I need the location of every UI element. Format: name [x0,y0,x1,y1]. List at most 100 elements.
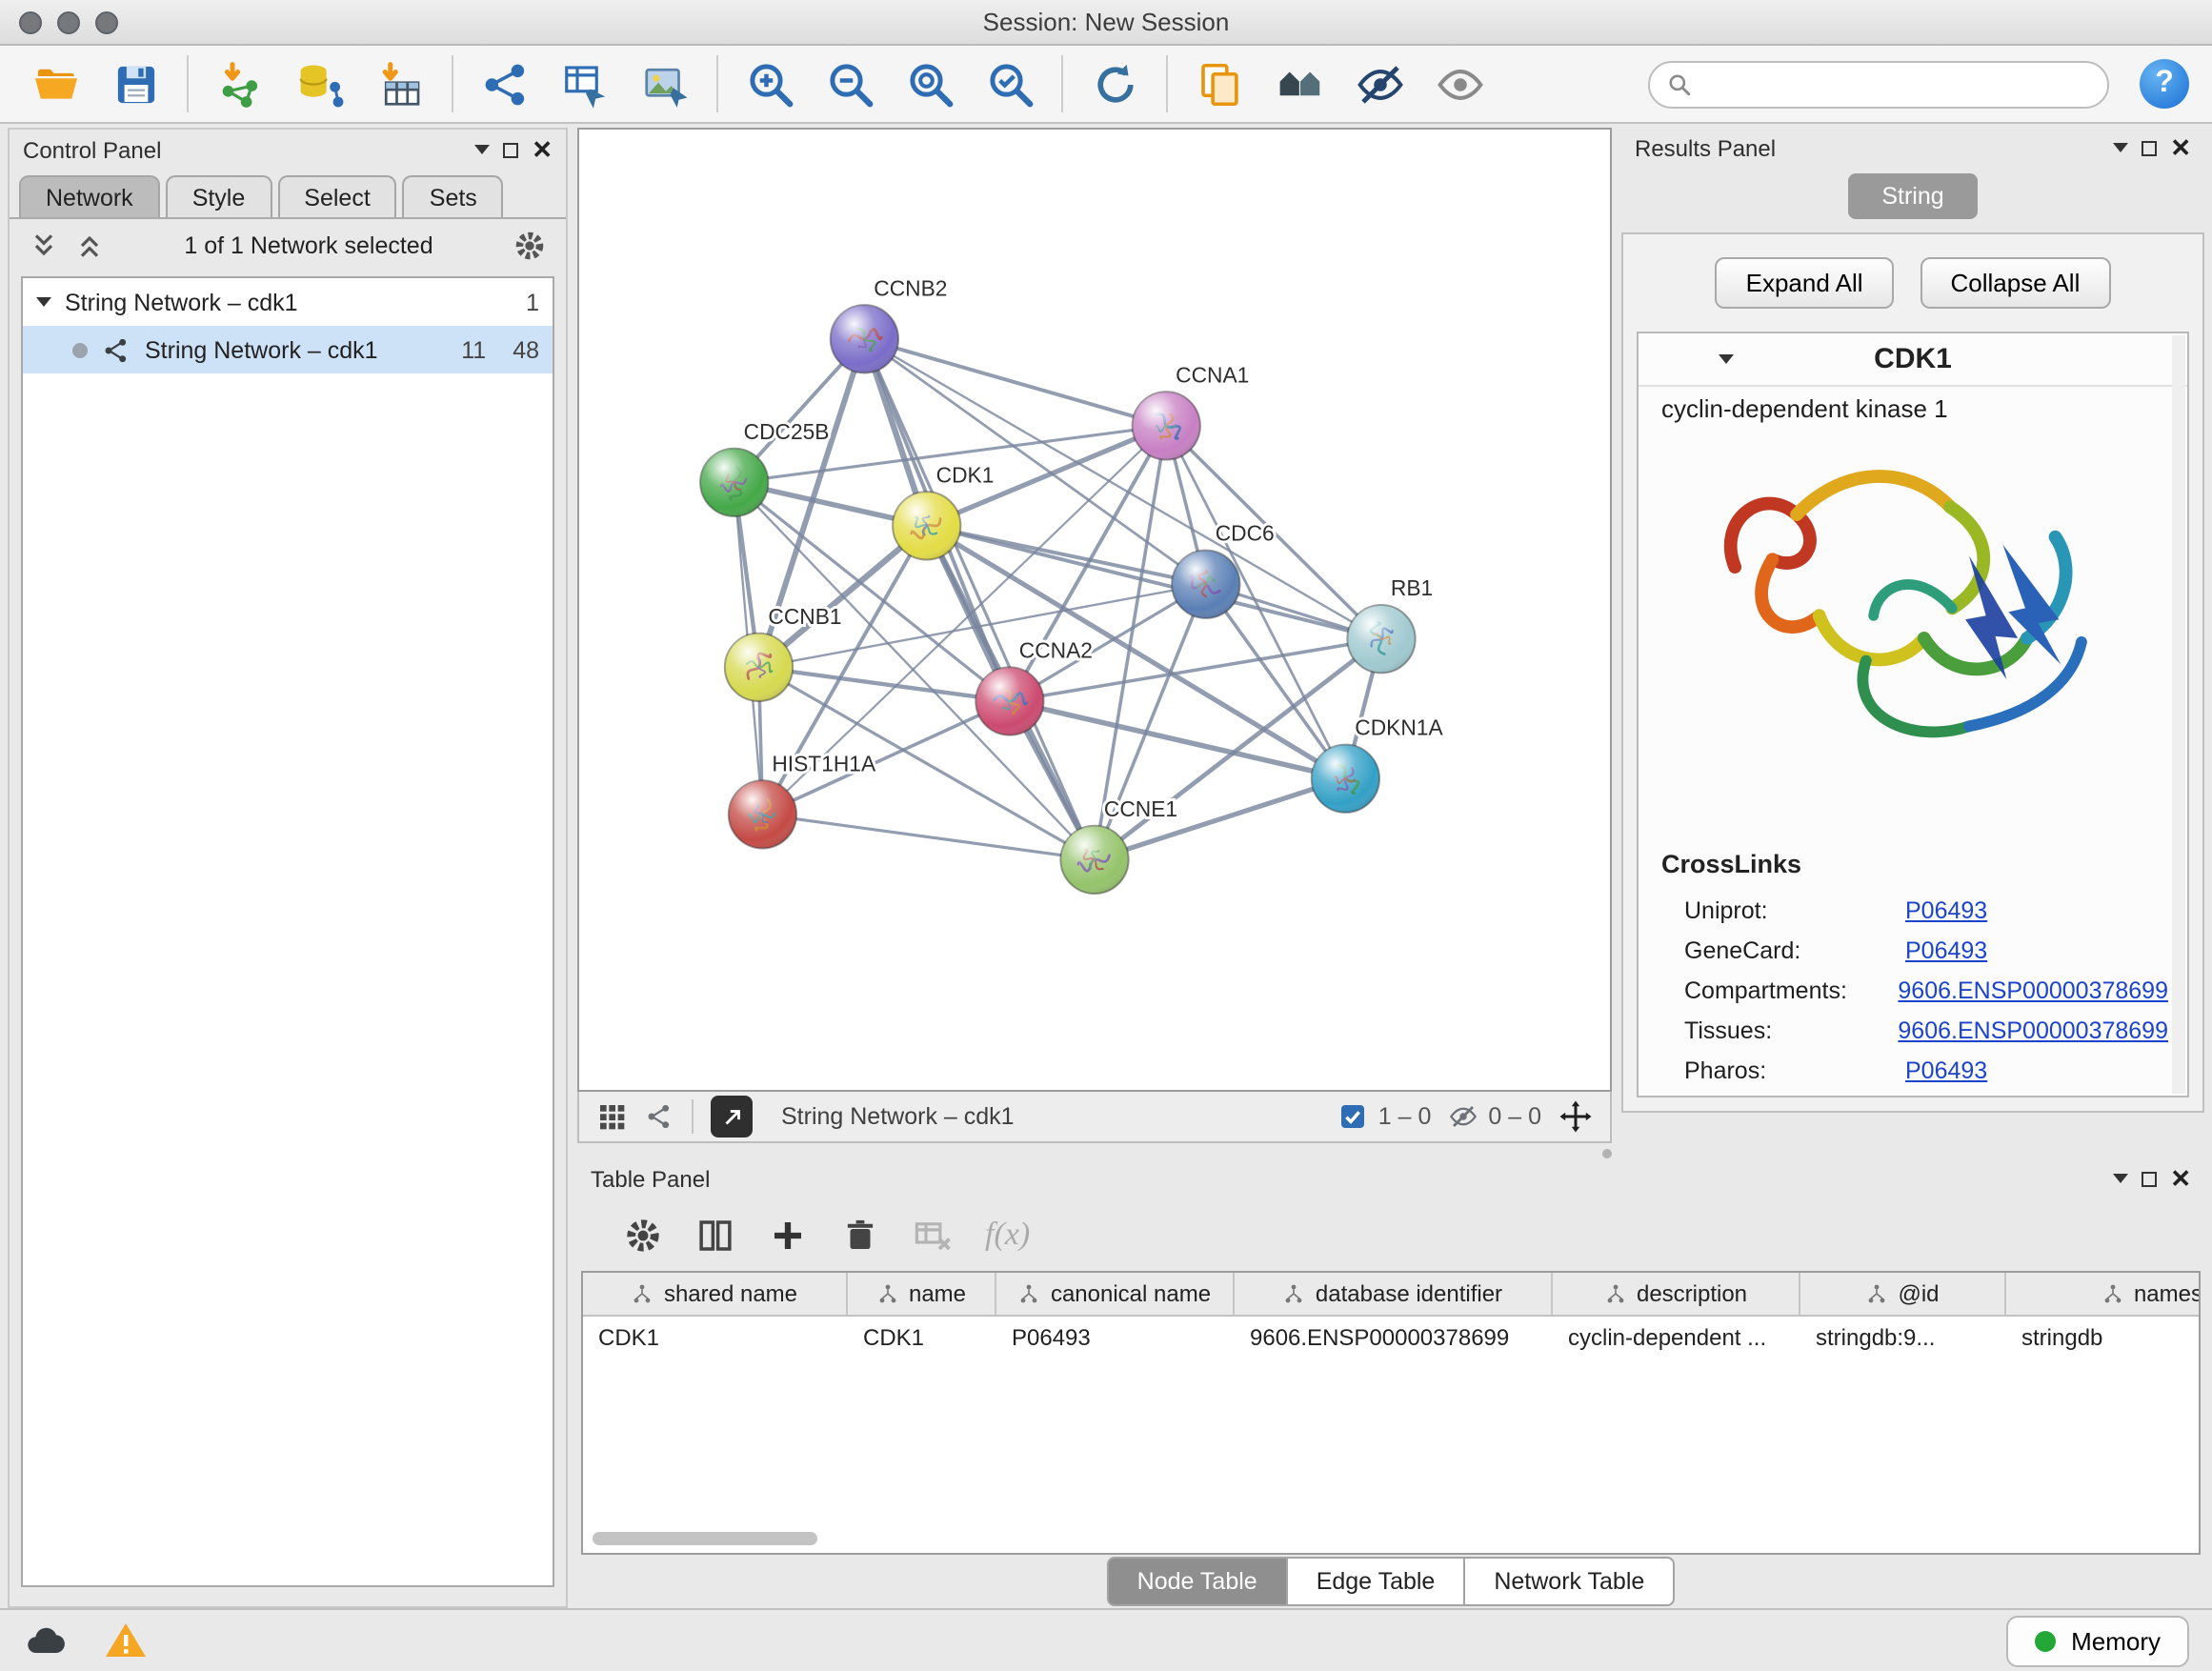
table-horizontal-scrollbar[interactable] [593,1532,817,1545]
import-network-from-file-button[interactable] [208,53,272,114]
column-header-shared-name[interactable]: shared name [583,1273,848,1315]
column-header-namespace[interactable]: namespace [2006,1273,2201,1315]
tab-network-table[interactable]: Network Table [1465,1557,1675,1606]
node-HIST1H1A[interactable] [729,780,796,848]
column-header-canonical-name[interactable]: canonical name [996,1273,1235,1315]
tab-node-table[interactable]: Node Table [1107,1557,1288,1606]
crosslink-link[interactable]: 9606.ENSP00000378699 [1898,1017,2168,1043]
warning-icon[interactable] [103,1618,149,1663]
network-label: String Network – cdk1 [145,336,378,363]
gear-icon[interactable] [513,229,547,263]
show-columns-icon[interactable] [695,1215,735,1255]
edge-CCNB2-CCNE1[interactable] [864,339,1095,860]
float-panel-icon[interactable] [2142,140,2157,155]
zoom-fit-button[interactable] [897,53,962,114]
open-in-window-button[interactable] [711,1096,753,1137]
network-row[interactable]: String Network – cdk1 11 48 [23,326,553,373]
help-button[interactable]: ? [2140,59,2189,109]
panel-menu-icon[interactable] [2113,143,2128,152]
node-CCNB1[interactable] [725,634,793,701]
node-CDK1[interactable] [893,492,960,559]
import-network-from-database-button[interactable] [288,53,352,114]
collapse-all-icon[interactable] [29,231,59,261]
group-nodes-button[interactable] [1267,53,1332,114]
open-file-button[interactable] [23,53,88,114]
open-file-icon [30,58,81,110]
eye-slash-icon[interactable] [1448,1101,1478,1132]
tab-string[interactable]: String [1847,173,1978,219]
protein-entry-card: CDK1 cyclin-dependent kinase 1 [1637,332,2189,1097]
results-scrollbar[interactable] [2172,335,2185,1094]
column-header-name[interactable]: name [848,1273,996,1315]
minimize-window-button[interactable] [57,11,80,34]
memory-button[interactable]: Memory [2006,1615,2189,1666]
cloud-icon[interactable] [23,1618,69,1663]
node-CCNA1[interactable] [1133,392,1200,459]
panel-menu-icon[interactable] [474,145,490,154]
table-row[interactable]: CDK1CDK1P064939606.ENSP00000378699cyclin… [583,1317,2199,1360]
expand-all-button[interactable]: Expand All [1716,257,1894,309]
search-input[interactable] [1703,70,2090,97]
column-header-description[interactable]: description [1553,1273,1800,1315]
column-header-@id[interactable]: @id [1800,1273,2006,1315]
close-panel-icon[interactable]: ✕ [532,137,553,162]
tab-network[interactable]: Network [19,175,160,217]
crosslink-link[interactable]: P06493 [1905,896,1987,923]
column-header-database-identifier[interactable]: database identifier [1235,1273,1553,1315]
network-canvas[interactable]: CCNB2CCNA1CDC25BCDK1CDC6RB1CCNB1CCNA2CDK… [577,128,1612,1092]
birdseye-view-icon[interactable] [644,1101,674,1132]
close-window-button[interactable] [19,11,42,34]
edge-CCNB2-RB1[interactable] [864,339,1381,639]
node-CCNE1[interactable] [1060,826,1128,894]
edge-CDK1-RB1[interactable] [927,526,1381,639]
copy-style-button[interactable] [1187,53,1252,114]
new-network-from-table-button[interactable] [553,53,617,114]
close-panel-icon[interactable]: ✕ [2170,1166,2191,1191]
table-settings-gear-icon[interactable] [623,1215,663,1255]
collapse-entry-icon[interactable] [1719,354,1734,364]
node-CCNB2[interactable] [831,305,898,372]
delete-icon[interactable] [840,1215,880,1255]
node-CCNA2[interactable] [975,667,1043,735]
panel-menu-icon[interactable] [2113,1174,2128,1183]
node-CDC6[interactable] [1172,551,1239,618]
close-panel-icon[interactable]: ✕ [2170,135,2191,160]
grid-view-icon[interactable] [596,1101,627,1132]
node-label-HIST1H1A: HIST1H1A [772,751,876,775]
apply-layout-button[interactable] [1082,53,1147,114]
crosslink-link[interactable]: P06493 [1905,936,1987,963]
zoom-in-button[interactable] [737,53,802,114]
edge-CCNA2-CDKN1A[interactable] [1010,701,1346,778]
show-all-button[interactable] [1427,53,1492,114]
collapse-all-button[interactable]: Collapse All [1920,257,2111,309]
save-session-button[interactable] [103,53,168,114]
node-RB1[interactable] [1347,605,1415,673]
network-collection-row[interactable]: String Network – cdk1 1 [23,278,553,326]
hide-selected-button[interactable] [1347,53,1412,114]
tab-style[interactable]: Style [166,175,272,217]
zoom-selected-button[interactable] [977,53,1042,114]
float-panel-icon[interactable] [2142,1171,2157,1186]
export-image-button[interactable] [633,53,697,114]
tab-sets[interactable]: Sets [403,175,504,217]
add-column-icon[interactable] [768,1215,808,1255]
edge-HIST1H1A-CCNE1[interactable] [762,815,1095,860]
node-CDC25B[interactable] [700,449,768,516]
zoom-out-button[interactable] [817,53,882,114]
maximize-window-button[interactable] [95,11,118,34]
crosslink-link[interactable]: 9606.ENSP00000378699 [1898,976,2168,1003]
tree-expander-icon[interactable] [36,297,51,307]
import-table-from-file-button[interactable] [368,53,432,114]
node-CDKN1A[interactable] [1312,745,1379,813]
protein-entry-header[interactable]: CDK1 [1639,333,2187,387]
tab-select[interactable]: Select [277,175,397,217]
crosslink-link[interactable]: P06493 [1905,1057,1987,1083]
float-panel-icon[interactable] [503,142,518,157]
edge-CCNB2-CCNA1[interactable] [864,339,1166,426]
splitter-handle[interactable] [1602,1149,1612,1158]
checkbox-icon[interactable] [1338,1101,1369,1132]
tab-edge-table[interactable]: Edge Table [1288,1557,1466,1606]
fit-content-icon[interactable] [1558,1099,1593,1134]
new-network-button[interactable] [473,53,537,114]
expand-all-icon[interactable] [74,231,105,261]
